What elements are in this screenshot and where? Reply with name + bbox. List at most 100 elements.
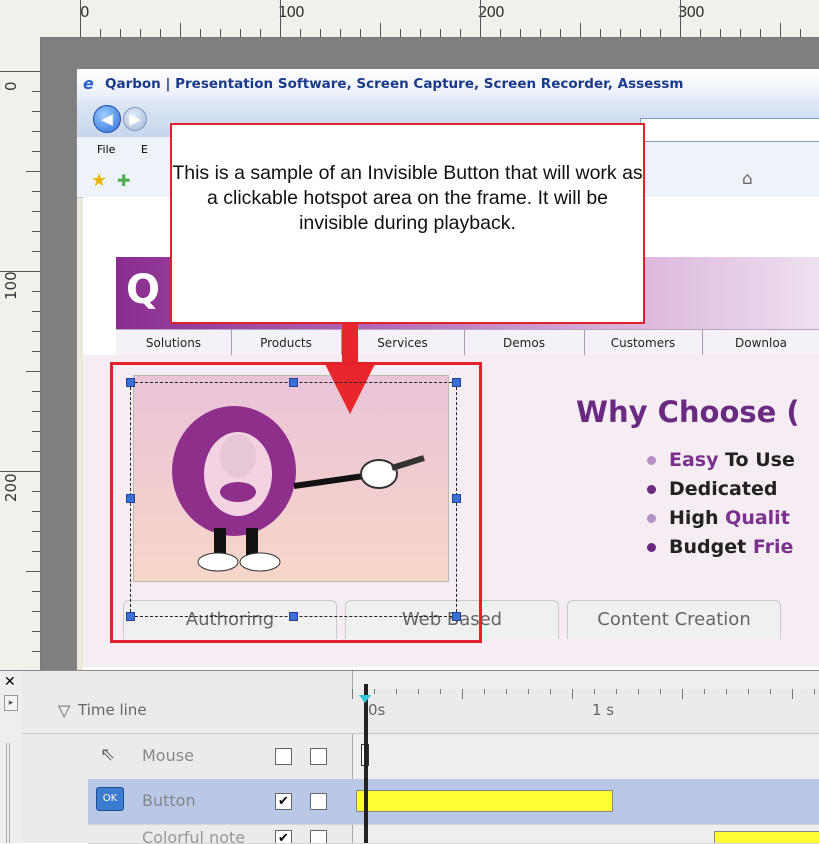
ruler-label: 0 — [80, 3, 89, 21]
bullet-dot — [647, 485, 656, 494]
ruler-tick — [32, 291, 40, 292]
favorites-star-icon: ★ — [91, 170, 108, 191]
ruler-tick — [32, 431, 40, 432]
vertical-ruler: 0 100 200 — [0, 37, 41, 670]
playhead[interactable] — [364, 684, 368, 843]
ruler-tick — [260, 29, 261, 37]
timeline-tick — [418, 689, 419, 694]
hero-heading: Why Choose ( — [576, 395, 800, 429]
ruler-tick — [32, 251, 40, 252]
timeline-tick — [374, 689, 375, 694]
ruler-label: 300 — [678, 3, 705, 21]
ruler-tick — [160, 29, 161, 37]
timeline-tick — [462, 689, 463, 699]
bullet-text: Frie — [752, 536, 794, 558]
timeline-tick — [352, 689, 353, 699]
bullet-item: Budget Frie — [647, 536, 793, 558]
ruler-tick — [80, 0, 81, 37]
note-duration-bar[interactable] — [714, 831, 819, 843]
resize-handle[interactable] — [452, 494, 461, 503]
timeline-tick — [660, 689, 661, 694]
timeline-tick — [770, 689, 771, 694]
resize-handle[interactable] — [289, 378, 298, 387]
visibility-checkbox[interactable]: ✔ — [275, 793, 292, 810]
resize-handle[interactable] — [126, 612, 135, 621]
bullet-dot — [647, 543, 656, 552]
selection-box[interactable] — [130, 382, 457, 617]
ruler-tick — [700, 29, 701, 37]
ruler-tick — [32, 151, 40, 152]
timeline-panel: ✕ ▸ ▽ Time line 0s 1 s ⇖ Mouse OK Button… — [0, 670, 819, 844]
home-icon: ⌂ — [742, 169, 753, 189]
resize-handle[interactable] — [452, 612, 461, 621]
address-bar — [640, 118, 819, 142]
site-nav-item: Services — [341, 330, 465, 356]
timeline-tick — [814, 689, 815, 694]
ruler-tick — [32, 131, 40, 132]
button-layer-icon: OK — [96, 787, 124, 811]
visibility-checkbox[interactable] — [275, 748, 292, 765]
callout-note[interactable]: This is a sample of an Invisible Button … — [170, 123, 645, 324]
callout-arrow-shaft — [342, 324, 358, 364]
ruler-tick — [180, 23, 181, 37]
horizontal-ruler: 0 100 200 300 — [10, 0, 819, 38]
ruler-label: 100 — [2, 271, 20, 300]
ruler-tick — [32, 491, 40, 492]
expand-icon[interactable]: ▸ — [4, 695, 18, 711]
ruler-tick — [120, 29, 121, 37]
timeline-tick — [396, 689, 397, 694]
back-icon: ◀ — [93, 105, 121, 133]
site-nav-item: Demos — [464, 330, 585, 356]
ruler-tick — [32, 191, 40, 192]
site-nav-item: Products — [231, 330, 342, 356]
timeline-collapse-icon[interactable]: ▽ — [58, 701, 70, 720]
timeline-row-note[interactable]: Colorful note ✔ — [88, 824, 819, 844]
ruler-tick — [220, 29, 221, 37]
ruler-tick — [26, 171, 40, 172]
resize-handle[interactable] — [452, 378, 461, 387]
ruler-tick — [280, 0, 281, 37]
bullet-word: Dedicated — [669, 478, 778, 500]
ruler-tick — [380, 23, 381, 37]
timeline-tick — [792, 689, 793, 699]
bullet-word: Easy — [669, 449, 719, 471]
ruler-tick — [32, 231, 40, 232]
menu-edit: E — [141, 143, 148, 156]
ruler-tick — [620, 29, 621, 37]
timeline-row-button[interactable]: OK Button ✔ — [88, 779, 819, 825]
bullet-item: Dedicated — [647, 478, 777, 500]
timeline-row-mouse[interactable]: ⇖ Mouse — [88, 734, 819, 780]
bullet-word: High — [669, 507, 719, 529]
ruler-tick — [740, 29, 741, 37]
panel-grip[interactable] — [6, 743, 12, 843]
lock-checkbox[interactable] — [310, 793, 327, 810]
button-duration-bar[interactable] — [356, 790, 613, 812]
playhead-marker-icon[interactable] — [359, 695, 371, 703]
ruler-tick — [580, 23, 581, 37]
site-nav-item: Customers — [584, 330, 703, 356]
ruler-tick — [32, 351, 40, 352]
ruler-tick — [560, 29, 561, 37]
ruler-label: 200 — [2, 473, 20, 502]
ruler-tick — [640, 29, 641, 37]
bullet-text: Qualit — [725, 507, 790, 529]
timeline-ruler — [352, 689, 819, 699]
resize-handle[interactable] — [126, 378, 135, 387]
add-favorite-icon: ✚ — [117, 171, 131, 190]
close-icon[interactable]: ✕ — [4, 675, 16, 689]
menu-file: File — [97, 143, 116, 156]
time-mark: 0s — [368, 701, 386, 719]
forward-icon: ▶ — [123, 107, 147, 131]
ruler-corner — [0, 0, 10, 37]
ruler-tick — [720, 29, 721, 37]
bullet-item: High Qualit — [647, 507, 790, 529]
ruler-tick — [32, 451, 40, 452]
resize-handle[interactable] — [126, 494, 135, 503]
lock-checkbox[interactable] — [310, 748, 327, 765]
timeline-tick — [484, 689, 485, 694]
timeline-header: ▽ Time line 0s 1 s — [22, 689, 819, 734]
ruler-label: 0 — [2, 81, 20, 91]
ruler-tick — [32, 331, 40, 332]
resize-handle[interactable] — [289, 612, 298, 621]
ruler-tick — [520, 29, 521, 37]
